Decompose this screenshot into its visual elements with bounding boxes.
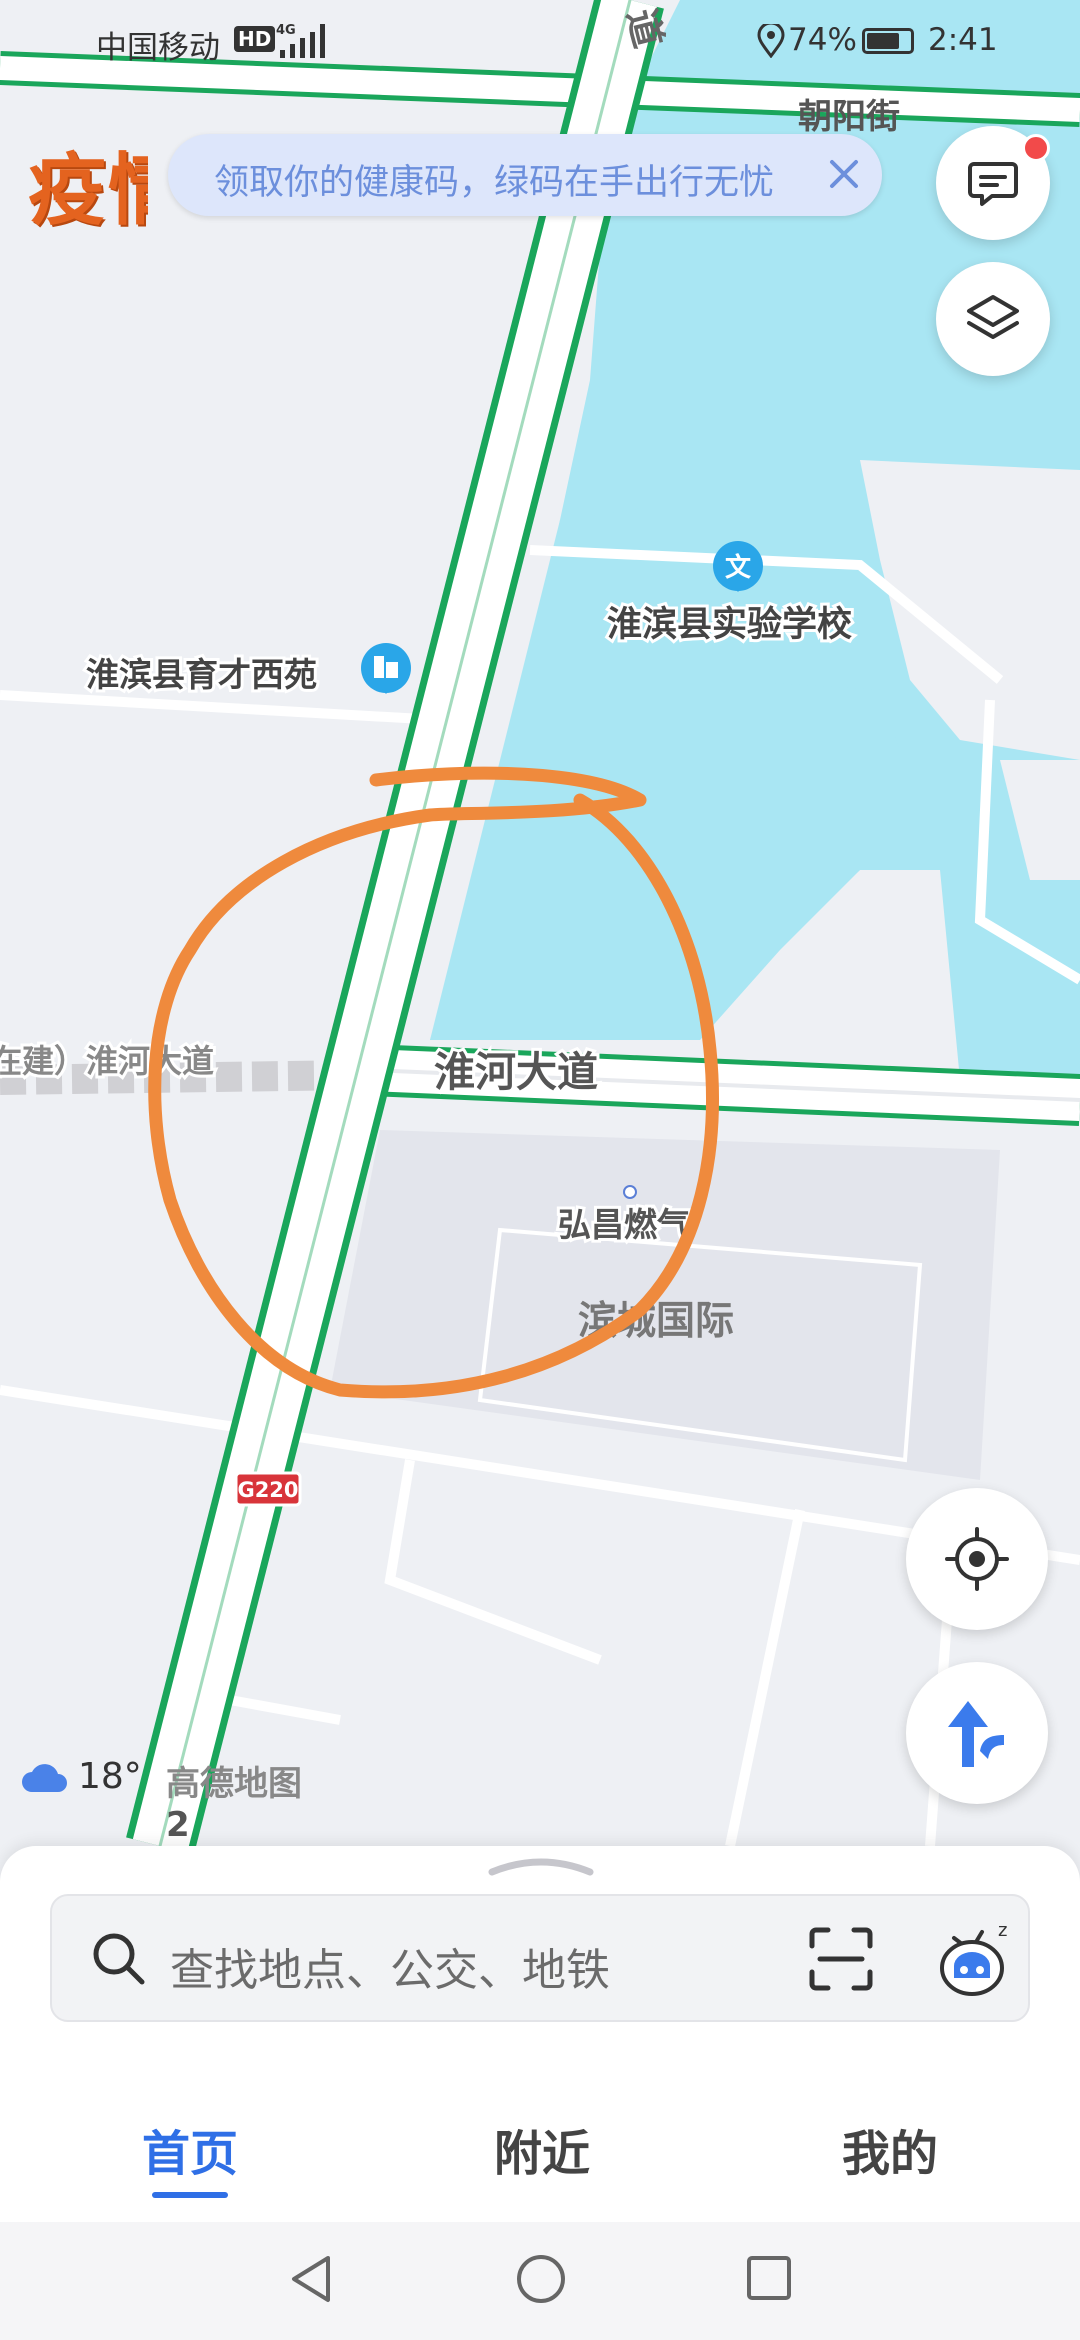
hd-badge: HD: [234, 26, 276, 52]
tab-active-indicator: [152, 2192, 228, 2198]
svg-text:z: z: [998, 1920, 1007, 1941]
locate-icon: [945, 1527, 1009, 1591]
battery-percent: 74%: [788, 22, 857, 58]
back-icon[interactable]: [286, 2252, 336, 2306]
layers-icon: [967, 295, 1019, 339]
message-button[interactable]: [936, 126, 1050, 240]
tab-home[interactable]: 首页: [90, 2114, 290, 2184]
g220-route-shield: G220: [234, 1471, 302, 1507]
health-code-banner[interactable]: 领取你的健康码，绿码在手出行无忧: [168, 134, 882, 216]
road-label-chaoyang: 朝阳街: [798, 97, 900, 137]
road-label-huaihe: 淮河大道: [434, 1048, 598, 1096]
navigation-button[interactable]: [906, 1662, 1048, 1804]
tab-bar: 首页 附近 我的: [0, 2072, 1080, 2222]
scan-icon[interactable]: [808, 1926, 874, 1992]
battery-icon: [862, 28, 914, 54]
clock: 2:41: [928, 22, 998, 58]
tab-nearby[interactable]: 附近: [442, 2114, 642, 2184]
search-icon: [93, 1933, 145, 1985]
cloud-icon: [22, 1764, 67, 1792]
svg-text:文: 文: [725, 552, 752, 583]
health-code-text[interactable]: 领取你的健康码，绿码在手出行无忧: [214, 154, 774, 205]
amap-logo: 高德地图: [166, 1764, 302, 1804]
svg-text:G220: G220: [237, 1478, 298, 1502]
recents-icon[interactable]: [744, 2252, 794, 2306]
road-label-huaihe-west: 在建）淮河大道: [0, 1042, 214, 1080]
gas-poi-icon[interactable]: [623, 1185, 637, 1199]
navigation-arrow-icon: [948, 1701, 1004, 1767]
tab-mine[interactable]: 我的: [790, 2114, 990, 2184]
assistant-icon[interactable]: z: [932, 1918, 1016, 2002]
close-icon[interactable]: [824, 154, 864, 194]
temperature: 18°: [78, 1756, 142, 1797]
search-placeholder[interactable]: 查找地点、公交、地铁: [170, 1934, 610, 1998]
home-icon[interactable]: [514, 2252, 568, 2306]
carrier-name: 中国移动: [96, 30, 220, 66]
location-icon: [757, 24, 785, 58]
layers-button[interactable]: [936, 262, 1050, 376]
svg-text:4G: 4G: [276, 23, 296, 38]
locate-button[interactable]: [906, 1488, 1048, 1630]
poi-label-gas[interactable]: 弘昌燃气: [555, 1202, 693, 1247]
signal-icon: 4G: [276, 23, 325, 58]
drag-handle[interactable]: [488, 1856, 594, 1876]
notification-dot: [1022, 134, 1050, 162]
message-icon: [968, 162, 1018, 206]
system-navigation-bar: [0, 2222, 1080, 2340]
search-bar[interactable]: 查找地点、公交、地铁 z: [50, 1894, 1030, 2022]
poi-label-school[interactable]: 淮滨县实验学校: [604, 601, 855, 648]
status-bar: 中国移动 HD 4G 74% 2:41: [0, 0, 1080, 80]
epidemic-badge[interactable]: 疫情: [28, 128, 148, 240]
bottom-sheet[interactable]: 查找地点、公交、地铁 z: [0, 1846, 1080, 2072]
poi-label-yucai[interactable]: 淮滨县育才西苑: [83, 652, 320, 697]
road-number-label: 2: [166, 1805, 190, 1845]
